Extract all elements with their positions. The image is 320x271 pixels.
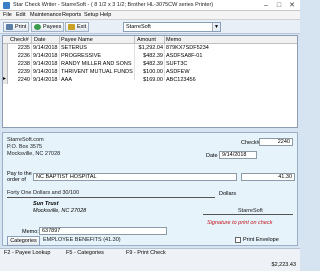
dollars-label: Dollars xyxy=(219,191,237,197)
cell-date: 9/14/2018 xyxy=(33,53,58,59)
cell-date: 9/14/2018 xyxy=(33,45,58,51)
pay-to-label-line2: order of xyxy=(7,177,26,183)
check-number-label: Check# xyxy=(241,140,260,146)
date-field[interactable]: 9/14/2018 xyxy=(219,151,257,159)
cell-amount: $482.39 xyxy=(143,61,163,67)
menu-reports[interactable]: Reports xyxy=(62,12,81,18)
cell-memo: 879KX7SDF5234 xyxy=(166,45,209,51)
close-icon[interactable]: ✕ xyxy=(286,0,298,11)
category-summary: EMPLOYEE BENEFITS (41.30) xyxy=(43,237,121,243)
cell-memo: ABC123456 xyxy=(166,77,196,83)
window-title: Star Check Writer - StarreSoft - ( 8 1/2… xyxy=(13,2,214,8)
date-label: Date xyxy=(206,153,218,159)
menu-help[interactable]: Help xyxy=(100,12,111,18)
print-envelope-checkbox[interactable] xyxy=(235,237,241,243)
column-header-date[interactable]: Date xyxy=(34,37,46,43)
table-header: Check# Date Payee Name Amount Memo xyxy=(3,36,297,44)
column-header-memo[interactable]: Memo xyxy=(166,37,181,43)
check-number-field[interactable]: 2240 xyxy=(259,138,293,146)
cell-amount: $482.39 xyxy=(143,53,163,59)
cell-payee: PROGRESSIVE xyxy=(61,53,102,59)
payees-button-label: Payees xyxy=(43,24,62,30)
exit-button[interactable]: Exit xyxy=(65,22,90,32)
cell-payee: AAA xyxy=(61,77,73,83)
maximize-icon[interactable]: □ xyxy=(273,0,285,11)
exit-button-label: Exit xyxy=(77,24,87,30)
memo-field[interactable]: 637897 xyxy=(39,227,167,235)
cell-memo: ASDFEW xyxy=(166,69,190,75)
table-row[interactable]: 2239 9/14/2018 THRIVENT MUTUAL FUNDS $10… xyxy=(3,68,297,76)
shortcut-payee-lookup: F2 - Payee Lookup xyxy=(4,250,51,256)
check-editor: StarreSoft.com P.O. Box 3575 Mocksville,… xyxy=(2,132,298,246)
check-register-table: Check# Date Payee Name Amount Memo 2235 … xyxy=(2,35,298,128)
cell-date: 9/14/2018 xyxy=(33,61,58,67)
amount-field[interactable]: 41.30 xyxy=(241,173,295,181)
payee-field[interactable]: NC BAPTIST HOSPITAL xyxy=(33,173,237,181)
memo-label: Memo: xyxy=(22,229,39,235)
payees-icon xyxy=(34,24,41,30)
row-pointer-icon xyxy=(3,75,8,84)
cell-check: 2236 xyxy=(17,53,30,59)
bank-city: Mocksville, NC 27028 xyxy=(33,208,87,214)
cell-check: 2235 xyxy=(17,45,30,51)
table-row[interactable]: 2238 9/14/2018 RANDY MILLER AND SONS $48… xyxy=(3,60,297,68)
company-address-line2: Mocksville, NC 27028 xyxy=(7,151,61,157)
print-envelope-label: Print Envelope xyxy=(243,237,279,243)
cell-payee: RANDY MILLER AND SONS xyxy=(61,61,132,67)
bank-name: Sun Trust xyxy=(33,201,59,207)
shortcut-print-check: F9 - Print Check xyxy=(126,250,166,256)
chevron-down-icon[interactable]: ▼ xyxy=(212,23,220,31)
column-header-amount[interactable]: Amount xyxy=(137,37,156,43)
amount-in-words: Forty One Dollars and 30/100 xyxy=(7,190,80,196)
menu-file[interactable]: File xyxy=(3,12,12,18)
categories-button[interactable]: Categories xyxy=(7,236,40,246)
account-balance: $2,223.43 xyxy=(271,262,296,268)
table-row[interactable]: 2235 9/14/2018 SETERUS $1,292.04 879KX7S… xyxy=(3,44,297,52)
status-bar: F2 - Payee Lookup F5 - Categories F9 - P… xyxy=(0,248,300,271)
menu-setup[interactable]: Setup xyxy=(84,12,98,18)
cell-amount: $100.00 xyxy=(143,69,163,75)
column-header-payee[interactable]: Payee Name xyxy=(61,37,93,43)
minimize-icon[interactable]: – xyxy=(260,0,272,11)
cell-date: 9/14/2018 xyxy=(33,77,58,83)
company-address-line1: P.O. Box 3575 xyxy=(7,144,43,150)
table-row-selected[interactable]: 2240 9/14/2018 AAA $169.00 ABC123456 xyxy=(3,75,297,84)
cell-amount: $169.00 xyxy=(143,77,163,83)
menu-edit[interactable]: Edit xyxy=(16,12,25,18)
app-icon xyxy=(3,2,10,9)
printer-icon xyxy=(6,24,13,30)
cell-check: 2240 xyxy=(17,77,30,83)
menu-bar: File Edit Maintenance Reports Setup Help xyxy=(0,11,300,20)
cell-memo: ASDFSA8F-01 xyxy=(166,53,203,59)
title-bar: Star Check Writer - StarreSoft - ( 8 1/2… xyxy=(0,0,300,11)
column-header-check[interactable]: Check# xyxy=(10,37,29,43)
cell-payee: THRIVENT MUTUAL FUNDS xyxy=(61,69,133,75)
payees-button[interactable]: Payees xyxy=(31,22,65,32)
exit-icon xyxy=(68,24,75,30)
signature-note: Signature to print on check xyxy=(207,220,273,226)
shortcut-categories: F5 - Categories xyxy=(66,250,104,256)
cell-date: 9/14/2018 xyxy=(33,69,58,75)
print-button-label: Print xyxy=(15,24,27,30)
account-select[interactable]: StarreSoft ▼ xyxy=(123,22,221,32)
table-row[interactable]: 2236 9/14/2018 PROGRESSIVE $482.39 ASDFS… xyxy=(3,52,297,60)
cell-amount: $1,292.04 xyxy=(138,45,163,51)
signer-name: StarreSoft xyxy=(238,208,263,214)
company-name: StarreSoft.com xyxy=(7,137,44,143)
cell-memo: SUFT3C xyxy=(166,61,188,67)
account-select-value: StarreSoft xyxy=(126,24,151,30)
cell-payee: SETERUS xyxy=(61,45,87,51)
toolbar: Print Payees Exit StarreSoft ▼ xyxy=(0,20,300,34)
menu-maintenance[interactable]: Maintenance xyxy=(30,12,62,18)
print-button[interactable]: Print xyxy=(3,22,30,32)
cell-check: 2239 xyxy=(17,69,30,75)
cell-check: 2238 xyxy=(17,61,30,67)
